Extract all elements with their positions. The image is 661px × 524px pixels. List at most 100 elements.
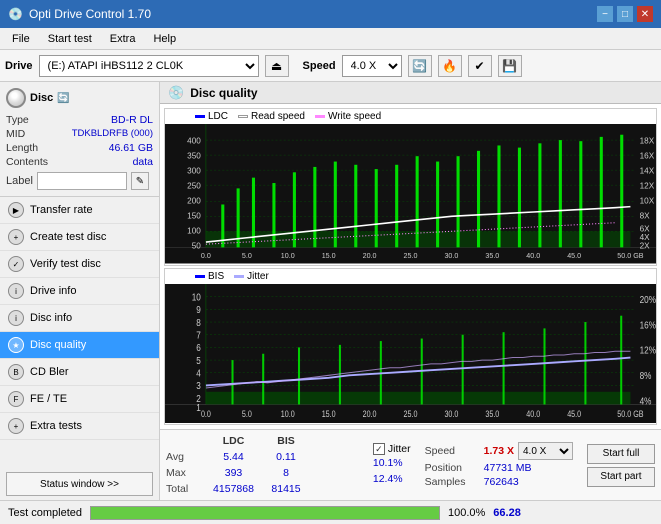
- svg-text:16%: 16%: [640, 319, 656, 330]
- menu-help[interactable]: Help: [145, 31, 184, 47]
- disc-header: Disc 🔄: [6, 88, 153, 108]
- svg-text:30.0: 30.0: [444, 251, 458, 260]
- svg-text:45.0: 45.0: [567, 409, 581, 419]
- main-layout: Disc 🔄 Type BD-R DL MID TDKBLDRFB (000) …: [0, 82, 661, 500]
- menu-file[interactable]: File: [4, 31, 38, 47]
- svg-text:25.0: 25.0: [404, 251, 418, 260]
- status-window-button[interactable]: Status window >>: [6, 472, 153, 496]
- action-buttons: Start full Start part: [581, 430, 661, 500]
- create-test-disc-icon: +: [8, 229, 24, 245]
- jitter-max: 12.4%: [373, 473, 403, 485]
- jitter-checkbox[interactable]: ✓: [373, 443, 385, 455]
- svg-text:10: 10: [192, 291, 201, 302]
- avg-ldc: 5.44: [206, 449, 261, 465]
- bis-header: BIS: [261, 433, 311, 449]
- max-row: Max 393 8: [166, 465, 361, 481]
- svg-text:40.0: 40.0: [526, 409, 540, 419]
- samples-row: Samples 762643: [425, 476, 573, 488]
- svg-text:6: 6: [196, 342, 201, 353]
- verify-button[interactable]: ✔: [468, 55, 492, 77]
- sidebar-item-extra-tests[interactable]: + Extra tests: [0, 413, 159, 440]
- svg-text:25.0: 25.0: [404, 409, 418, 419]
- sidebar-item-verify-test-disc[interactable]: ✓ Verify test disc: [0, 251, 159, 278]
- svg-text:2X: 2X: [640, 240, 650, 250]
- start-part-button[interactable]: Start part: [587, 467, 655, 487]
- speed-stat-value: 1.73 X: [484, 445, 514, 457]
- svg-text:5.0: 5.0: [242, 409, 252, 419]
- samples-value: 762643: [484, 476, 519, 488]
- sidebar-item-drive-info[interactable]: i Drive info: [0, 278, 159, 305]
- speed-stats: Speed 1.73 X 4.0 X Position 47731 MB Sam…: [417, 430, 581, 500]
- sidebar-item-label: Create test disc: [30, 231, 106, 243]
- disc-label-input[interactable]: [37, 172, 127, 190]
- drive-label: Drive: [5, 60, 33, 72]
- close-button[interactable]: ✕: [637, 6, 653, 22]
- speed-select[interactable]: 4.0 X: [342, 55, 402, 77]
- minimize-button[interactable]: −: [597, 6, 613, 22]
- samples-label: Samples: [425, 476, 480, 488]
- svg-text:45.0: 45.0: [567, 251, 581, 260]
- bis-legend-label: BIS: [208, 271, 224, 282]
- svg-text:50.0 GB: 50.0 GB: [617, 251, 643, 260]
- position-label: Position: [425, 462, 480, 474]
- menu-start-test[interactable]: Start test: [40, 31, 100, 47]
- svg-text:300: 300: [187, 165, 201, 175]
- sidebar-item-fe-te[interactable]: F FE / TE: [0, 386, 159, 413]
- fe-te-icon: F: [8, 391, 24, 407]
- disc-change-btn[interactable]: 🔄: [57, 93, 69, 104]
- disc-icon: [6, 88, 26, 108]
- sidebar-item-disc-quality[interactable]: ★ Disc quality: [0, 332, 159, 359]
- svg-text:16X: 16X: [640, 150, 655, 160]
- progress-bar-fill: [91, 507, 439, 519]
- bis-legend-color: [195, 275, 205, 278]
- start-full-button[interactable]: Start full: [587, 444, 655, 464]
- sidebar-nav: ▶ Transfer rate + Create test disc ✓ Ver…: [0, 197, 159, 468]
- refresh-button[interactable]: 🔄: [408, 55, 432, 77]
- transfer-rate-icon: ▶: [8, 202, 24, 218]
- svg-text:14X: 14X: [640, 165, 655, 175]
- jitter-avg-row: 10.1%: [373, 455, 411, 471]
- verify-test-disc-icon: ✓: [8, 256, 24, 272]
- read-speed-legend-label: Read speed: [251, 111, 305, 122]
- app-icon: 💿: [8, 7, 23, 21]
- write-speed-legend-label: Write speed: [328, 111, 381, 122]
- eject-button[interactable]: ⏏: [265, 55, 289, 77]
- save-button[interactable]: 💾: [498, 55, 522, 77]
- svg-text:0.0: 0.0: [201, 251, 211, 260]
- stats-area: LDC BIS Avg 5.44 0.11 Max 393 8 Total 41…: [160, 429, 661, 500]
- svg-text:0.0: 0.0: [201, 409, 211, 419]
- sidebar-item-transfer-rate[interactable]: ▶ Transfer rate: [0, 197, 159, 224]
- sidebar: Disc 🔄 Type BD-R DL MID TDKBLDRFB (000) …: [0, 82, 160, 500]
- speed-stat-label: Speed: [425, 445, 480, 457]
- sidebar-item-disc-info[interactable]: i Disc info: [0, 305, 159, 332]
- sidebar-item-create-test-disc[interactable]: + Create test disc: [0, 224, 159, 251]
- jitter-avg: 10.1%: [373, 457, 403, 469]
- speed-label: Speed: [303, 60, 336, 72]
- svg-text:4%: 4%: [640, 395, 652, 406]
- svg-text:10.0: 10.0: [281, 409, 295, 419]
- disc-quality-header-icon: 💿: [168, 85, 184, 101]
- sidebar-item-label: Verify test disc: [30, 258, 101, 270]
- sidebar-item-label: FE / TE: [30, 393, 67, 405]
- position-row: Position 47731 MB: [425, 462, 573, 474]
- disc-length-row: Length 46.61 GB: [6, 142, 153, 154]
- svg-text:10.0: 10.0: [281, 251, 295, 260]
- speed-row: Speed 1.73 X 4.0 X: [425, 442, 573, 460]
- disc-label-edit-button[interactable]: ✎: [131, 172, 149, 190]
- disc-section-title: Disc: [30, 92, 53, 104]
- svg-text:8%: 8%: [640, 370, 652, 381]
- drive-select[interactable]: (E:) ATAPI iHBS112 2 CL0K: [39, 55, 259, 77]
- disc-contents-row: Contents data: [6, 156, 153, 168]
- legend-read-speed: Read speed: [238, 111, 305, 122]
- sidebar-item-cd-bler[interactable]: B CD Bler: [0, 359, 159, 386]
- svg-text:350: 350: [187, 150, 201, 160]
- ldc-header: LDC: [206, 433, 261, 449]
- burn-button[interactable]: 🔥: [438, 55, 462, 77]
- jitter-header-label: Jitter: [388, 443, 411, 455]
- progress-bar: [90, 506, 440, 520]
- svg-text:5: 5: [196, 355, 201, 366]
- maximize-button[interactable]: □: [617, 6, 633, 22]
- speed-stat-select[interactable]: 4.0 X: [518, 442, 573, 460]
- menu-extra[interactable]: Extra: [102, 31, 144, 47]
- jitter-legend-label: Jitter: [247, 271, 269, 282]
